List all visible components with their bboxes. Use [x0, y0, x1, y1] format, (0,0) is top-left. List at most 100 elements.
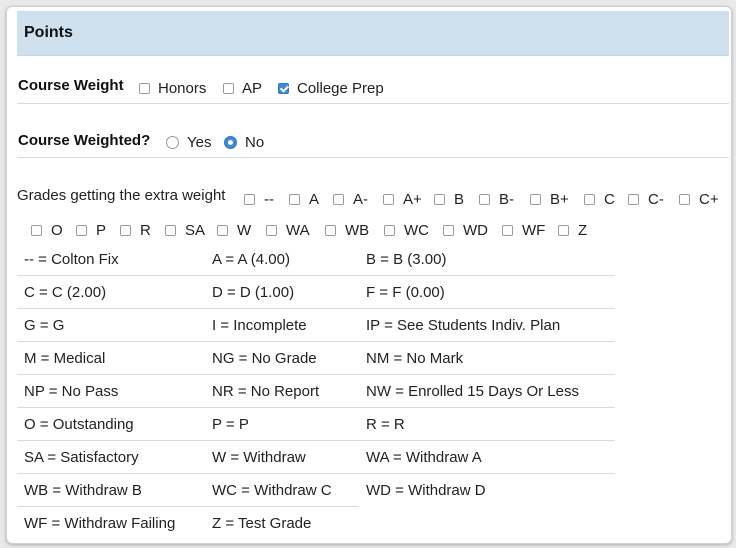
grade-checkbox[interactable]	[558, 225, 569, 236]
no-label: No	[245, 134, 265, 151]
grade-option[interactable]: WB	[325, 222, 369, 239]
college-prep-checkbox[interactable]	[278, 83, 289, 94]
grade-option[interactable]: WD	[443, 222, 488, 239]
grade-checkbox[interactable]	[289, 194, 300, 205]
grade-option[interactable]: WC	[384, 222, 429, 239]
grade-label: WD	[463, 222, 488, 239]
ap-label: AP	[242, 80, 263, 97]
grade-checkbox[interactable]	[479, 194, 490, 205]
legend-cell: B = B (3.00)	[359, 243, 615, 276]
grade-checkbox[interactable]	[266, 225, 277, 236]
course-weighted-label: Course Weighted?	[18, 132, 151, 149]
grade-option[interactable]: A+	[383, 191, 422, 208]
legend-cell: F = F (0.00)	[359, 275, 615, 309]
grade-legend-table: -- = Colton Fix A = A (4.00) B = B (3.00…	[17, 243, 615, 539]
grade-checkbox[interactable]	[434, 194, 445, 205]
grade-label: WF	[522, 222, 546, 239]
points-panel: Points Course Weight Honors AP College P…	[6, 6, 732, 544]
grade-option[interactable]: R	[120, 222, 151, 239]
legend-cell: D = D (1.00)	[205, 275, 359, 309]
course-weight-ap[interactable]: AP	[223, 80, 262, 97]
grade-checkbox[interactable]	[120, 225, 131, 236]
grade-option[interactable]: WF	[502, 222, 545, 239]
table-row: -- = Colton Fix A = A (4.00) B = B (3.00…	[17, 243, 615, 276]
legend-cell: SA = Satisfactory	[17, 440, 205, 474]
legend-cell: NM = No Mark	[359, 341, 615, 375]
legend-cell: A = A (4.00)	[205, 243, 359, 276]
grade-option[interactable]: A	[289, 191, 319, 208]
grade-option[interactable]: --	[244, 191, 274, 208]
grade-label: SA	[185, 222, 206, 239]
ap-checkbox[interactable]	[223, 83, 234, 94]
grade-option[interactable]: B	[434, 191, 464, 208]
grade-checkbox[interactable]	[244, 194, 255, 205]
no-radio[interactable]	[224, 136, 237, 149]
legend-cell: NP = No Pass	[17, 374, 205, 408]
legend-cell: NG = No Grade	[205, 341, 359, 375]
grade-label: O	[51, 222, 63, 239]
grade-label: P	[96, 222, 107, 239]
grade-checkbox[interactable]	[530, 194, 541, 205]
grade-label: WC	[404, 222, 429, 239]
grade-label: C-	[648, 191, 664, 208]
grade-checkbox[interactable]	[165, 225, 176, 236]
grade-label: A-	[353, 191, 368, 208]
grade-option[interactable]: Z	[558, 222, 587, 239]
table-row: C = C (2.00) D = D (1.00) F = F (0.00)	[17, 275, 615, 309]
legend-cell: -- = Colton Fix	[17, 243, 205, 276]
yes-label: Yes	[187, 134, 212, 151]
grade-option[interactable]: WA	[266, 222, 310, 239]
college-prep-label: College Prep	[297, 80, 384, 97]
grade-checkbox[interactable]	[383, 194, 394, 205]
grade-option[interactable]: B-	[479, 191, 514, 208]
grade-label: C	[604, 191, 615, 208]
grade-checkbox[interactable]	[76, 225, 87, 236]
grade-label: Z	[578, 222, 588, 239]
grade-option[interactable]: SA	[165, 222, 205, 239]
legend-cell: WB = Withdraw B	[17, 473, 205, 507]
grade-checkbox[interactable]	[502, 225, 513, 236]
legend-cell: NW = Enrolled 15 Days Or Less	[359, 374, 615, 408]
grade-option[interactable]: O	[31, 222, 63, 239]
section-title: Points	[24, 24, 73, 41]
grade-label: B-	[499, 191, 514, 208]
course-weighted-yes[interactable]: Yes	[166, 134, 211, 151]
course-weight-label: Course Weight	[18, 77, 124, 94]
grade-label: A+	[403, 191, 422, 208]
table-row: WF = Withdraw Failing Z = Test Grade	[17, 507, 615, 540]
grade-checkbox[interactable]	[628, 194, 639, 205]
grade-option[interactable]: P	[76, 222, 106, 239]
course-weight-college-prep[interactable]: College Prep	[278, 80, 384, 97]
grade-checkbox[interactable]	[217, 225, 228, 236]
grade-option[interactable]: W	[217, 222, 251, 239]
table-row: M = Medical NG = No Grade NM = No Mark	[17, 341, 615, 375]
legend-cell: M = Medical	[17, 341, 205, 375]
grade-checkbox[interactable]	[384, 225, 395, 236]
legend-cell: WD = Withdraw D	[366, 481, 486, 499]
grade-label: R	[140, 222, 151, 239]
grade-checkbox[interactable]	[443, 225, 454, 236]
grade-checkbox[interactable]	[584, 194, 595, 205]
section-header: Points	[17, 11, 729, 56]
table-row: WB = Withdraw B WC = Withdraw C WD = Wit…	[17, 473, 615, 507]
legend-cell: WC = Withdraw C	[205, 473, 359, 507]
honors-checkbox[interactable]	[139, 83, 150, 94]
grade-checkbox[interactable]	[325, 225, 336, 236]
grade-checkbox[interactable]	[679, 194, 690, 205]
grade-option[interactable]: C-	[628, 191, 664, 208]
grade-checkbox[interactable]	[333, 194, 344, 205]
grade-checkbox[interactable]	[31, 225, 42, 236]
course-weight-honors[interactable]: Honors	[139, 80, 206, 97]
grade-option[interactable]: B+	[530, 191, 569, 208]
grade-option[interactable]: A-	[333, 191, 368, 208]
table-row: O = Outstanding P = P R = R	[17, 407, 615, 441]
grade-option[interactable]: C	[584, 191, 615, 208]
legend-cell: G = G	[17, 308, 205, 342]
yes-radio[interactable]	[166, 136, 179, 149]
legend-cell: WA = Withdraw A	[359, 440, 615, 474]
grade-option[interactable]: C+	[679, 191, 719, 208]
grade-label: WB	[345, 222, 370, 239]
course-weighted-no[interactable]: No	[224, 134, 264, 151]
legend-cell: I = Incomplete	[205, 308, 359, 342]
course-weighted-row: Course Weighted? Yes No	[17, 121, 729, 158]
